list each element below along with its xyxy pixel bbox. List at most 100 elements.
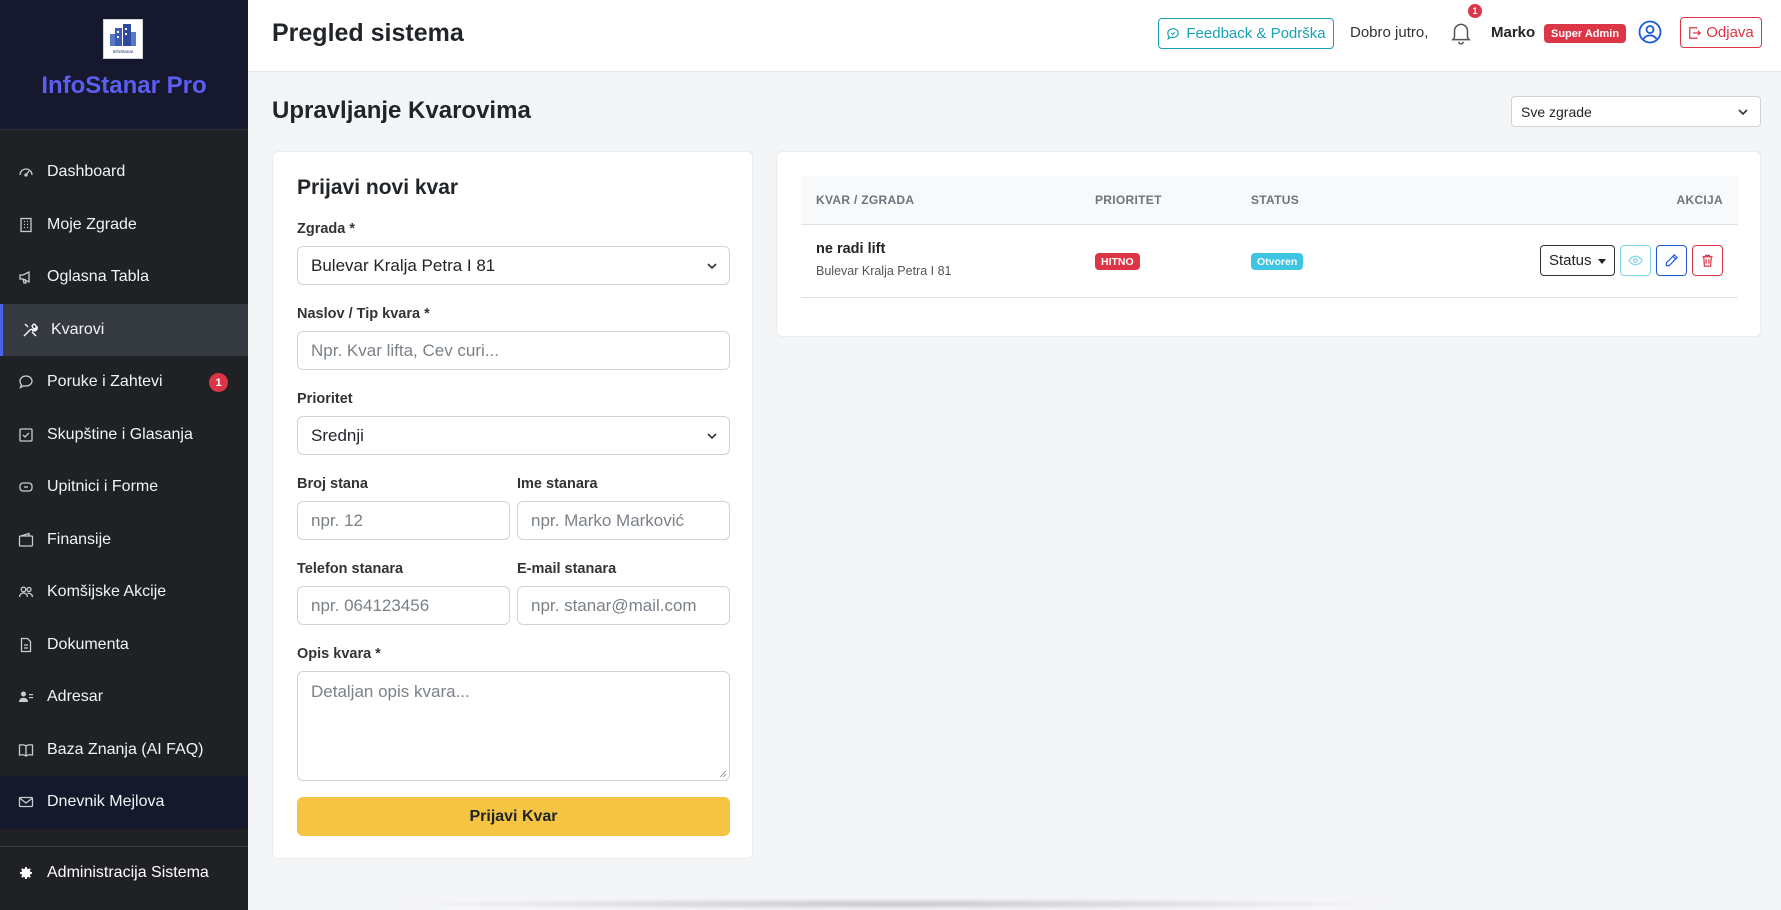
resize-handle-icon[interactable]	[719, 770, 727, 778]
apartment-label: Broj stana	[297, 476, 368, 492]
megaphone-icon	[18, 269, 34, 285]
sidebar-nav: Dashboard Moje Zgrade Oglasna Tabla Kvar…	[0, 146, 248, 829]
sidebar-item-label: Poruke i Zahtevi	[47, 373, 163, 391]
wallet-icon	[18, 532, 34, 548]
apartment-number-input[interactable]: npr. 12	[297, 501, 510, 540]
pencil-icon	[1665, 254, 1678, 267]
sidebar-item-label: Kvarovi	[51, 320, 105, 338]
sidebar-item-dokumenta[interactable]: Dokumenta	[0, 619, 248, 672]
sidebar-item-baza-znanja[interactable]: Baza Znanja (AI FAQ)	[0, 724, 248, 777]
building-filter-value: Sve zgrade	[1521, 103, 1592, 120]
fault-title-placeholder: Npr. Kvar lifta, Cev curi...	[311, 340, 499, 360]
trash-icon	[1702, 254, 1713, 267]
priority-badge: HITNO	[1095, 253, 1140, 270]
sidebar-item-label: Skupštine i Glasanja	[47, 425, 193, 443]
logout-icon	[1689, 26, 1702, 39]
sidebar: InfoStanar InfoStanar Pro Dashboard Moje…	[0, 0, 248, 910]
chat-icon	[1167, 27, 1180, 40]
building-filter-select[interactable]: Sve zgrade	[1511, 96, 1761, 127]
sidebar-item-label: Moje Zgrade	[47, 215, 137, 233]
faults-table-card: KVAR / ZGRADA PRIORITET STATUS AKCIJA ne…	[776, 151, 1761, 337]
priority-select-value: Srednji	[311, 425, 364, 445]
description-textarea[interactable]: Detaljan opis kvara...	[297, 671, 730, 781]
apartment-placeholder: npr. 12	[311, 510, 363, 530]
section-title: Upravljanje Kvarovima	[272, 97, 531, 124]
chevron-down-icon	[1738, 108, 1748, 115]
submit-fault-button[interactable]: Prijavi Kvar	[297, 797, 730, 836]
sidebar-item-komsijske-akcije[interactable]: Komšijske Akcije	[0, 566, 248, 619]
fault-title-input[interactable]: Npr. Kvar lifta, Cev curi...	[297, 331, 730, 370]
sidebar-item-label: Oglasna Tabla	[47, 268, 149, 286]
sidebar-item-label: Baza Znanja (AI FAQ)	[47, 740, 204, 758]
logout-button[interactable]: Odjava	[1680, 17, 1762, 48]
role-badge: Super Admin	[1544, 24, 1627, 43]
building-select-value: Bulevar Kralja Petra I 81	[311, 255, 496, 275]
sidebar-item-label: Dnevnik Mejlova	[47, 793, 165, 811]
chat-icon	[18, 374, 34, 390]
title-label: Naslov / Tip kvara *	[297, 306, 430, 322]
feedback-label: Feedback & Podrška	[1186, 25, 1326, 42]
document-icon	[18, 637, 34, 653]
sidebar-item-adresar[interactable]: Adresar	[0, 671, 248, 724]
gauge-icon	[18, 164, 34, 180]
sidebar-item-dnevnik-mejlova[interactable]: Dnevnik Mejlova	[0, 776, 248, 829]
table-row: ne radi lift Bulevar Kralja Petra I 81 H…	[801, 225, 1738, 298]
edit-button[interactable]	[1656, 245, 1687, 276]
clipboard-icon	[18, 479, 34, 495]
notifications-bell-icon[interactable]	[1448, 18, 1474, 46]
delete-button[interactable]	[1692, 245, 1723, 276]
description-label: Opis kvara *	[297, 646, 381, 662]
sidebar-item-poruke[interactable]: Poruke i Zahtevi 1	[0, 356, 248, 409]
building-select[interactable]: Bulevar Kralja Petra I 81	[297, 246, 730, 285]
eye-icon	[1628, 255, 1643, 266]
logout-label: Odjava	[1706, 24, 1754, 41]
building-icon	[18, 217, 34, 233]
column-header-status: STATUS	[1251, 193, 1300, 207]
sidebar-item-skupstine[interactable]: Skupštine i Glasanja	[0, 409, 248, 462]
sidebar-item-administracija[interactable]: Administracija Sistema	[0, 846, 248, 898]
sidebar-item-label: Komšijske Akcije	[47, 583, 167, 601]
phone-label: Telefon stanara	[297, 561, 404, 577]
sidebar-item-oglasna-tabla[interactable]: Oglasna Tabla	[0, 251, 248, 304]
status-dropdown-button[interactable]: Status	[1540, 245, 1615, 276]
priority-select[interactable]: Srednji	[297, 416, 730, 455]
sidebar-item-upitnici[interactable]: Upitnici i Forme	[0, 461, 248, 514]
description-placeholder: Detaljan opis kvara...	[311, 682, 470, 701]
email-placeholder: npr. stanar@mail.com	[531, 595, 697, 615]
tenant-name-input[interactable]: npr. Marko Marković	[517, 501, 730, 540]
book-icon	[18, 742, 34, 758]
envelope-icon	[18, 794, 34, 810]
sidebar-item-kvarovi[interactable]: Kvarovi	[0, 303, 248, 356]
form-title: Prijavi novi kvar	[297, 176, 459, 199]
sidebar-item-moje-zgrade[interactable]: Moje Zgrade	[0, 199, 248, 252]
notifications-count-badge: 1	[1468, 4, 1482, 18]
view-button[interactable]	[1620, 245, 1651, 276]
greeting-text: Dobro jutro,	[1350, 24, 1429, 41]
email-label: E-mail stanara	[517, 561, 617, 577]
contacts-icon	[18, 689, 34, 705]
logo-text: InfoStanar	[113, 49, 134, 54]
column-header-action: AKCIJA	[1676, 193, 1723, 207]
sidebar-item-label: Dokumenta	[47, 635, 129, 653]
sidebar-item-label: Dashboard	[47, 163, 126, 181]
sidebar-item-dashboard[interactable]: Dashboard	[0, 146, 248, 199]
brand-name: InfoStanar Pro	[41, 72, 207, 99]
phone-input[interactable]: npr. 064123456	[297, 586, 510, 625]
column-header-priority: PRIORITET	[1095, 193, 1162, 207]
people-icon	[18, 584, 34, 600]
sidebar-item-finansije[interactable]: Finansije	[0, 514, 248, 567]
page-title: Pregled sistema	[272, 19, 464, 47]
sidebar-item-label: Upitnici i Forme	[47, 478, 159, 496]
phone-placeholder: npr. 064123456	[311, 595, 430, 615]
feedback-button[interactable]: Feedback & Podrška	[1158, 18, 1334, 49]
user-profile-icon[interactable]	[1638, 20, 1662, 44]
building-label: Zgrada *	[297, 221, 356, 237]
logo[interactable]: InfoStanar	[103, 19, 143, 59]
brand-header: InfoStanar InfoStanar Pro	[0, 0, 248, 130]
gear-icon	[18, 865, 34, 881]
caret-down-icon	[1598, 259, 1606, 264]
tenant-name-label: Ime stanara	[517, 476, 598, 492]
logo-building-icon: InfoStanar	[110, 24, 136, 54]
email-input[interactable]: npr. stanar@mail.com	[517, 586, 730, 625]
fault-building: Bulevar Kralja Petra I 81	[816, 264, 952, 278]
